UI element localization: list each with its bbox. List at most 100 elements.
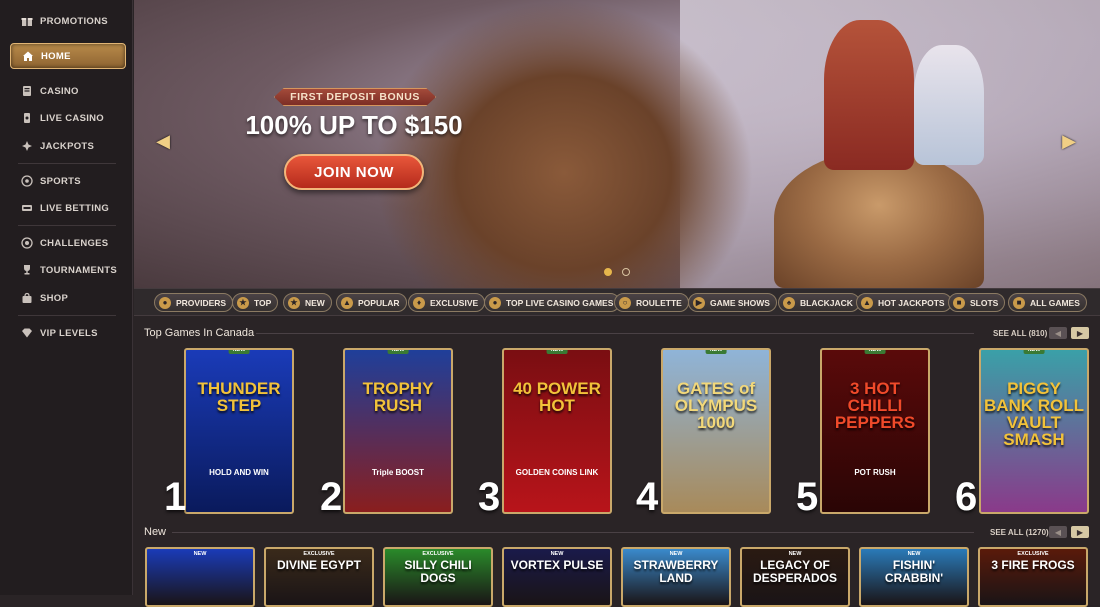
category-top[interactable]: ★ TOP [232, 293, 279, 312]
category-new[interactable]: ★ NEW [283, 293, 332, 312]
game-tile[interactable]: NEW LEGACY OF DESPERADOS [740, 547, 850, 607]
category-exclusive[interactable]: ♦ EXCLUSIVE [408, 293, 486, 312]
game-tile[interactable]: NEW STRAWBERRY LAND [621, 547, 731, 607]
category-roulette[interactable]: ○ ROULETTE [614, 293, 689, 312]
shopping-bag-icon [20, 291, 34, 305]
category-all-games[interactable]: ■ ALL GAMES [1008, 293, 1087, 312]
rank-number: 3 [478, 475, 501, 519]
game-badge: EXCLUSIVE [303, 551, 335, 557]
new-badge: NEW [705, 350, 727, 354]
game-tile[interactable]: EXCLUSIVE SILLY CHILI DOGS [383, 547, 493, 607]
sidebar-item-label: PROMOTIONS [40, 15, 108, 27]
slots-icon: ■ [953, 296, 965, 309]
section-divider [172, 532, 974, 533]
category-blackjack[interactable]: ♠ BLACKJACK [778, 293, 860, 312]
game-subtitle: Triple BOOST [371, 468, 424, 477]
sidebar-item-promotions[interactable]: PROMOTIONS [10, 8, 126, 34]
chevron-right-icon[interactable]: ▶ [1060, 131, 1078, 151]
category-slots[interactable]: ■ SLOTS [948, 293, 1006, 312]
game-tile[interactable]: NEW GATES of OLYMPUS 1000 [661, 348, 771, 514]
sidebar-item-jackpots[interactable]: JACKPOTS [10, 133, 126, 159]
game-tile[interactable]: NEW FISHIN' CRABBIN' [859, 547, 969, 607]
game-title: THUNDER STEP [197, 379, 281, 415]
promo-badge: FIRST DEPOSIT BONUS [274, 88, 436, 106]
rank-number: 1 [164, 475, 187, 519]
live-casino-icon [20, 111, 34, 125]
game-tile[interactable]: NEW THUNDER STEP HOLD AND WIN [184, 348, 294, 514]
sidebar-item-live-betting[interactable]: LIVE BETTING [10, 195, 126, 221]
game-title: 40 POWER HOT [513, 379, 601, 415]
sidebar-item-live-casino[interactable]: LIVE CASINO [10, 105, 126, 131]
rank-number: 5 [796, 475, 819, 519]
sidebar-item-label: JACKPOTS [40, 140, 95, 152]
category-providers[interactable]: ● PROVIDERS [154, 293, 234, 312]
new-badge: NEW [1023, 350, 1045, 354]
new-badge: NEW [228, 350, 250, 354]
sidebar-item-vip-levels[interactable]: VIP LEVELS [10, 320, 126, 346]
jackpots-icon [20, 139, 34, 153]
rank-number: 6 [955, 475, 978, 519]
top-games-next-button[interactable]: ▶ [1071, 327, 1089, 339]
game-badge: NEW [669, 551, 683, 557]
game-subtitle: HOLD AND WIN [209, 468, 269, 477]
game-badge: EXCLUSIVE [422, 551, 454, 557]
category-popular[interactable]: ▲ POPULAR [336, 293, 407, 312]
game-subtitle: POT RUSH [854, 468, 896, 477]
live-icon: ● [489, 296, 501, 309]
game-tile[interactable]: EXCLUSIVE 3 FIRE FROGS [978, 547, 1088, 607]
game-badge: EXCLUSIVE [1017, 551, 1049, 557]
diamond-icon [20, 326, 34, 340]
sidebar-item-home[interactable]: HOME [10, 43, 126, 69]
sidebar-item-sports[interactable]: SPORTS [10, 168, 126, 194]
new-games-title: New [144, 526, 167, 538]
game-title: DIVINE EGYPT [276, 558, 362, 572]
category-bar: ● PROVIDERS ★ TOP ★ NEW ▲ POPULAR ♦ EXCLUSIVE… [134, 288, 1100, 316]
exclusive-icon: ♦ [413, 296, 425, 309]
carousel-dot-1[interactable] [604, 268, 612, 276]
join-now-button[interactable]: JOIN NOW [284, 154, 424, 190]
game-tile[interactable]: NEW 3 HOT CHILLI PEPPERS POT RUSH [820, 348, 930, 514]
sidebar-item-casino[interactable]: CASINO [10, 78, 126, 104]
top-games-prev-button[interactable]: ◀ [1049, 327, 1067, 339]
game-title: 3 HOT CHILLI PEPPERS [834, 379, 916, 432]
game-subtitle: GOLDEN COINS LINK [515, 468, 599, 477]
carousel-dots [604, 268, 630, 276]
flame-icon: ▲ [341, 296, 353, 309]
sidebar-item-label: SHOP [40, 292, 69, 304]
game-title: VORTEX PULSE [510, 558, 604, 572]
new-badge: NEW [864, 350, 886, 354]
game-tile[interactable]: EXCLUSIVE DIVINE EGYPT [264, 547, 374, 607]
sidebar: PROMOTIONS HOME CASINO LIVE CASINO JACKP… [0, 0, 133, 595]
sidebar-item-tournaments[interactable]: TOURNAMENTS [10, 257, 126, 283]
jackpot-icon: ▲ [861, 296, 873, 309]
carousel-dot-2[interactable] [622, 268, 630, 276]
hero-gladiator-art [824, 20, 914, 170]
see-all-new-games-link[interactable]: SEE ALL (1270) [990, 528, 1049, 537]
game-title: 3 FIRE FROGS [991, 558, 1075, 572]
new-badge: NEW [387, 350, 409, 354]
game-tile[interactable]: NEW [145, 547, 255, 607]
category-top-live-casino-games[interactable]: ● TOP LIVE CASINO GAMES [484, 293, 621, 312]
game-tile[interactable]: NEW VORTEX PULSE [502, 547, 612, 607]
sidebar-item-challenges[interactable]: CHALLENGES [10, 230, 126, 256]
category-hot-jackpots[interactable]: ▲ HOT JACKPOTS [856, 293, 952, 312]
soccer-ball-icon [20, 174, 34, 188]
game-tile[interactable]: NEW PIGGY BANK ROLL VAULT SMASH [979, 348, 1089, 514]
sidebar-divider [18, 315, 116, 316]
see-all-top-games-link[interactable]: SEE ALL (810) [993, 329, 1047, 338]
sidebar-item-label: VIP LEVELS [40, 327, 98, 339]
chevron-left-icon[interactable]: ◀ [154, 131, 172, 151]
hero-banner[interactable]: FIRST DEPOSIT BONUS 100% UP TO $150 JOIN… [134, 0, 1100, 288]
target-icon [20, 236, 34, 250]
new-games-prev-button[interactable]: ◀ [1049, 526, 1067, 538]
game-badge: NEW [550, 551, 564, 557]
game-tile[interactable]: NEW TROPHY RUSH Triple BOOST [343, 348, 453, 514]
game-title: TROPHY RUSH [362, 379, 434, 415]
sidebar-item-shop[interactable]: SHOP [10, 285, 126, 311]
game-title: FISHIN' CRABBIN' [884, 558, 944, 585]
game-badge: NEW [193, 551, 207, 557]
new-games-next-button[interactable]: ▶ [1071, 526, 1089, 538]
game-tile[interactable]: NEW 40 POWER HOT GOLDEN COINS LINK [502, 348, 612, 514]
all-games-icon: ■ [1013, 296, 1025, 309]
category-game-shows[interactable]: ▶ GAME SHOWS [688, 293, 777, 312]
